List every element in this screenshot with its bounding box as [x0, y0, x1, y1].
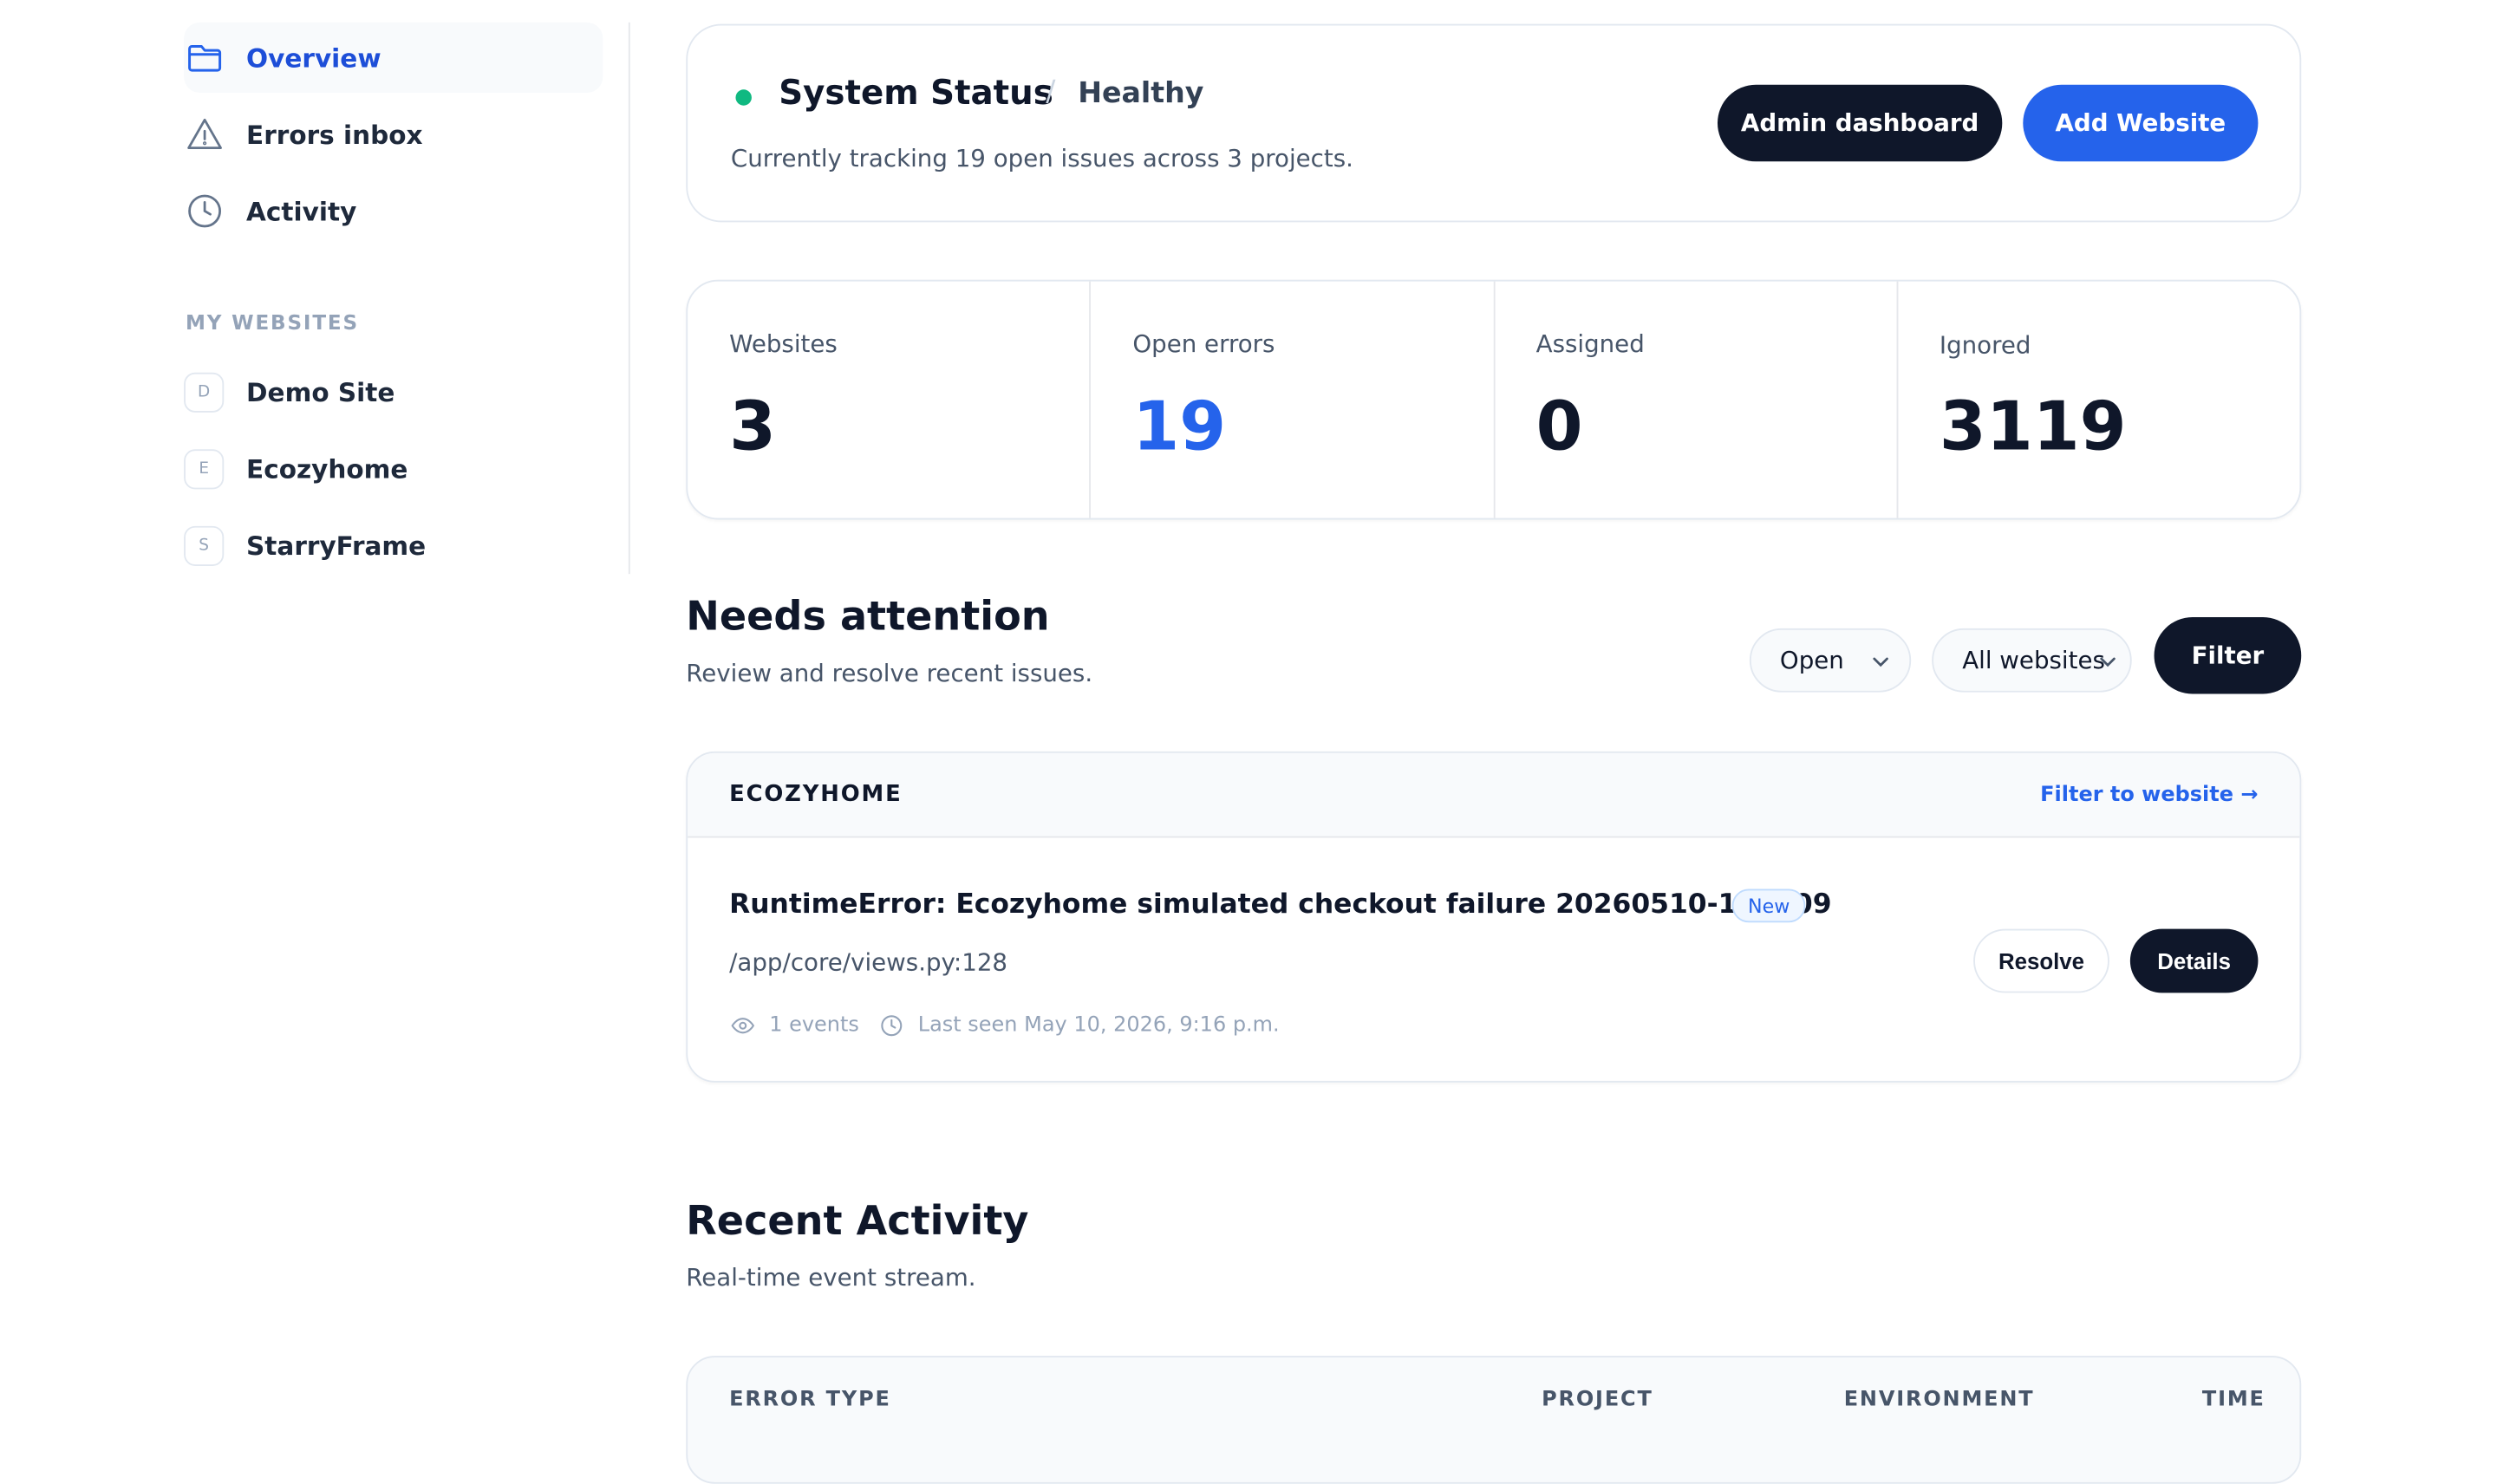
add-website-button[interactable]: Add Website [2023, 84, 2259, 162]
issue-events-meta: 1 events [731, 1013, 859, 1038]
stat-label: Open errors [1132, 329, 1275, 359]
column-header-environment[interactable]: ENVIRONMENT [1844, 1388, 2035, 1412]
chevron-down-icon [2100, 657, 2116, 667]
stat-value: 0 [1535, 387, 1583, 465]
site-initial-badge: S [184, 524, 225, 566]
issue-group-card: ECOZYHOME Filter to website → RuntimeErr… [686, 751, 2302, 1083]
stat-label: Assigned [1535, 329, 1645, 359]
status-health-label: Healthy [1078, 76, 1204, 111]
stat-websites: Websites 3 [688, 281, 1092, 518]
website-filter-select[interactable]: All websites [1932, 628, 2132, 693]
website-filter-value: All websites [1962, 646, 2105, 675]
column-header-error-type[interactable]: ERROR TYPE [729, 1388, 891, 1412]
sidebar-item-label: Errors inbox [246, 119, 423, 150]
needs-attention-heading: Needs attention [686, 593, 1050, 640]
sidebar-section-label: MY WEBSITES [185, 309, 359, 335]
details-button[interactable]: Details [2129, 928, 2259, 993]
needs-attention-subtitle: Review and resolve recent issues. [686, 658, 1093, 688]
app-root: Overview Errors inbox Activity MY WEBSIT… [0, 0, 2496, 1484]
issue-last-seen-meta: Last seen May 10, 2026, 9:16 p.m. [879, 1013, 1280, 1038]
issue-events-count: 1 events [769, 1013, 859, 1038]
sidebar-item-label: Overview [246, 42, 381, 73]
recent-activity-subtitle: Real-time event stream. [686, 1263, 976, 1292]
recent-activity-heading: Recent Activity [686, 1197, 1029, 1245]
status-subtitle: Currently tracking 19 open issues across… [730, 144, 1353, 173]
sidebar: Overview Errors inbox Activity MY WEBSIT… [184, 22, 603, 584]
eye-icon [731, 1018, 755, 1034]
stat-open-errors: Open errors 19 [1091, 281, 1495, 518]
sidebar-site-ecozyhome[interactable]: E Ecozyhome [184, 430, 603, 507]
issue-title[interactable]: RuntimeError: Ecozyhome simulated checko… [729, 889, 1831, 921]
stat-value: 19 [1132, 387, 1227, 465]
column-header-project[interactable]: PROJECT [1542, 1388, 1653, 1412]
filter-to-website-link[interactable]: Filter to website → [2040, 784, 2258, 808]
site-initial-badge: D [184, 371, 225, 412]
activity-table: ERROR TYPE PROJECT ENVIRONMENT TIME [686, 1356, 2302, 1484]
stat-assigned: Assigned 0 [1495, 281, 1898, 518]
issue-last-seen: Last seen May 10, 2026, 9:16 p.m. [917, 1013, 1280, 1038]
status-filter-select[interactable]: Open [1749, 628, 1912, 693]
stat-ignored: Ignored 3119 [1898, 282, 2299, 518]
site-label: Demo Site [246, 376, 395, 407]
issue-group-header: ECOZYHOME Filter to website → [688, 752, 2300, 838]
stat-label: Ignored [1939, 330, 2031, 361]
stat-value: 3119 [1939, 387, 2127, 465]
site-initial-badge: E [184, 448, 225, 489]
stat-label: Websites [729, 329, 838, 359]
status-separator: / [1046, 75, 1056, 109]
issue-group-site-name: ECOZYHOME [729, 781, 903, 808]
status-title: System Status [779, 73, 1053, 113]
stat-value: 3 [729, 387, 777, 465]
stats-card: Websites 3 Open errors 19 Assigned 0 Ign… [686, 279, 2302, 520]
status-indicator-dot [735, 89, 752, 106]
sidebar-item-overview[interactable]: Overview [184, 22, 603, 93]
resolve-button[interactable]: Resolve [1973, 928, 2109, 993]
folder-icon [184, 36, 225, 78]
sidebar-divider [628, 22, 630, 575]
clock-icon [184, 190, 225, 231]
sidebar-site-demo-site[interactable]: D Demo Site [184, 354, 603, 431]
column-header-time[interactable]: TIME [2202, 1388, 2266, 1412]
issue-path: /app/core/views.py:128 [729, 947, 1008, 977]
clock-icon [881, 1015, 903, 1037]
warning-icon [184, 114, 225, 155]
sidebar-item-label: Activity [246, 195, 357, 226]
sidebar-site-starryframe[interactable]: S StarryFrame [184, 507, 603, 584]
sidebar-item-activity[interactable]: Activity [184, 176, 603, 246]
site-label: Ecozyhome [246, 452, 408, 484]
status-filter-value: Open [1779, 646, 1844, 675]
issue-status-badge: New [1731, 888, 1806, 923]
chevron-down-icon [1873, 657, 1888, 667]
admin-dashboard-button[interactable]: Admin dashboard [1717, 84, 2003, 162]
system-status-card: System Status / Healthy Currently tracki… [686, 23, 2302, 223]
filter-button[interactable]: Filter [2154, 616, 2302, 694]
sidebar-item-errors-inbox[interactable]: Errors inbox [184, 99, 603, 169]
site-label: StarryFrame [246, 530, 427, 561]
